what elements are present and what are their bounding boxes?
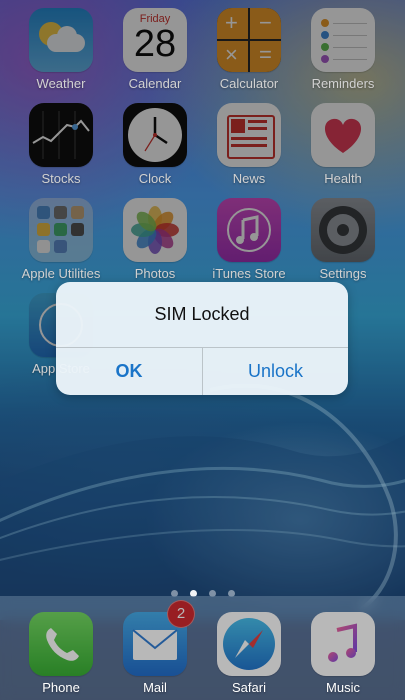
ok-button[interactable]: OK — [56, 348, 202, 395]
dock-app-phone[interactable]: Phone — [16, 604, 106, 695]
mail-icon: 2 — [123, 600, 195, 676]
music-note-icon — [311, 612, 375, 676]
dock-app-music[interactable]: Music — [298, 604, 388, 695]
app-label: Mail — [143, 680, 167, 695]
mail-unread-badge: 2 — [167, 600, 195, 628]
unlock-button[interactable]: Unlock — [203, 348, 348, 395]
sim-locked-alert: SIM Locked OK Unlock — [56, 282, 348, 395]
app-label: Phone — [42, 680, 80, 695]
alert-title: SIM Locked — [154, 304, 250, 324]
home-screen: Weather Friday 28 Calendar + − × = Calcu… — [0, 0, 405, 700]
dock-app-mail[interactable]: 2 Mail — [110, 600, 200, 695]
safari-compass-icon — [217, 612, 281, 676]
app-label: Music — [326, 680, 360, 695]
phone-icon — [29, 612, 93, 676]
app-label: Safari — [232, 680, 266, 695]
dock-app-safari[interactable]: Safari — [204, 604, 294, 695]
dock: Phone 2 Mail Safari Music — [0, 596, 405, 700]
